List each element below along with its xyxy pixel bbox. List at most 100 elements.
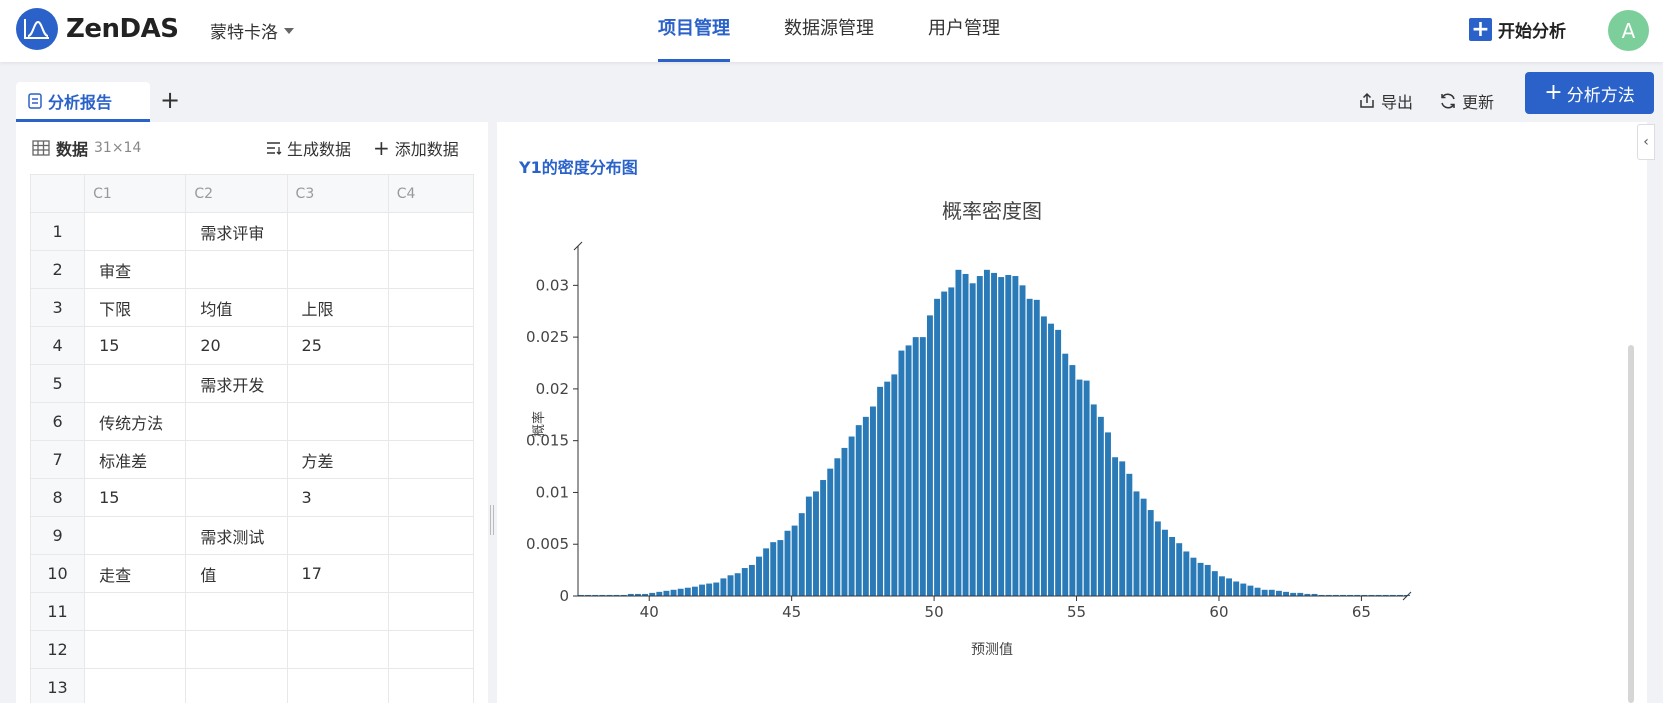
grid-cell[interactable] — [387, 592, 475, 631]
y-tick-label: 0.01 — [536, 483, 569, 501]
grid-cell[interactable]: 需求评审 — [185, 212, 288, 251]
grid-cell[interactable] — [185, 630, 288, 669]
nav-project-management[interactable]: 项目管理 — [658, 0, 730, 62]
grid-cell[interactable]: 传统方法 — [84, 402, 187, 441]
chart-bar — [1119, 461, 1126, 596]
chart-bar — [1233, 581, 1240, 596]
grid-cell[interactable]: 上限 — [286, 288, 389, 327]
row-number[interactable]: 8 — [29, 478, 86, 517]
add-data-button[interactable]: + 添加数据 — [373, 136, 459, 160]
grid-cell[interactable]: 20 — [185, 326, 288, 365]
row-number[interactable]: 10 — [29, 554, 86, 593]
grid-cell[interactable]: 17 — [286, 554, 389, 593]
nav-datasource-management[interactable]: 数据源管理 — [784, 0, 874, 62]
collapse-panel-button[interactable]: ‹ — [1637, 124, 1655, 160]
grid-cell[interactable] — [286, 668, 389, 703]
generate-data-button[interactable]: 生成数据 — [266, 136, 351, 160]
grid-cell[interactable]: 15 — [84, 478, 187, 517]
refresh-button[interactable]: 更新 — [1439, 89, 1494, 113]
grid-cell[interactable] — [84, 516, 187, 555]
row-number[interactable]: 9 — [29, 516, 86, 555]
grid-cell[interactable] — [84, 212, 187, 251]
start-analysis-button[interactable]: + 开始分析 — [1469, 17, 1566, 42]
row-number[interactable]: 12 — [29, 630, 86, 669]
grid-cell[interactable] — [286, 212, 389, 251]
grid-cell[interactable]: 需求开发 — [185, 364, 288, 403]
add-tab-icon[interactable]: + — [160, 88, 180, 112]
row-number[interactable]: 11 — [29, 592, 86, 631]
grid-cell[interactable] — [84, 630, 187, 669]
row-number[interactable]: 7 — [29, 440, 86, 479]
grid-cell[interactable]: 25 — [286, 326, 389, 365]
grid-cell[interactable] — [185, 592, 288, 631]
grid-cell[interactable] — [286, 516, 389, 555]
density-chart: 概率密度图 概率 预测值 40 45 50 55 60 6500.0050.010.015… — [526, 199, 1412, 658]
grid-cell[interactable] — [387, 212, 475, 251]
grid-cell[interactable] — [185, 668, 288, 703]
scrollbar[interactable] — [1628, 345, 1634, 703]
chart-bar — [1154, 521, 1161, 596]
grid-cell[interactable] — [185, 440, 288, 479]
chart-bar — [1126, 473, 1133, 596]
grid-cell[interactable] — [84, 364, 187, 403]
grid-cell[interactable] — [387, 516, 475, 555]
grid-cell[interactable] — [387, 250, 475, 289]
row-number[interactable]: 1 — [29, 212, 86, 251]
grid-cell[interactable] — [387, 668, 475, 703]
row-number[interactable]: 2 — [29, 250, 86, 289]
column-header[interactable]: C1 — [84, 174, 187, 213]
row-number[interactable]: 4 — [29, 326, 86, 365]
grid-cell[interactable] — [185, 402, 288, 441]
grid-cell[interactable] — [84, 668, 187, 703]
table-row: 1 需求评审 — [29, 212, 475, 251]
grid-cell[interactable] — [286, 250, 389, 289]
grid-cell[interactable] — [286, 364, 389, 403]
row-number[interactable]: 13 — [29, 668, 86, 703]
project-selector[interactable]: 蒙特卡洛 — [210, 18, 294, 43]
tab-label: 分析报告 — [48, 92, 113, 112]
grid-cell[interactable] — [387, 364, 475, 403]
add-data-label: 添加数据 — [394, 140, 459, 159]
grid-cell[interactable]: 走查 — [84, 554, 187, 593]
grid-cell[interactable] — [286, 630, 389, 669]
row-number[interactable]: 5 — [29, 364, 86, 403]
grid-cell[interactable] — [387, 630, 475, 669]
generate-data-label: 生成数据 — [287, 140, 352, 159]
grid-cell[interactable]: 3 — [286, 478, 389, 517]
panel-resize-handle[interactable] — [490, 505, 494, 535]
chart-bar — [1226, 578, 1233, 596]
grid-cell[interactable] — [387, 402, 475, 441]
grid-cell[interactable]: 15 — [84, 326, 187, 365]
grid-cell[interactable] — [387, 326, 475, 365]
grid-cell[interactable]: 下限 — [84, 288, 187, 327]
grid-cell[interactable] — [387, 554, 475, 593]
add-analysis-method-button[interactable]: + 分析方法 — [1525, 72, 1654, 114]
caret-down-icon — [284, 27, 294, 34]
column-header[interactable]: C3 — [286, 174, 389, 213]
chart-bar — [1169, 536, 1176, 596]
nav-user-management[interactable]: 用户管理 — [928, 0, 1000, 62]
grid-cell[interactable]: 方差 — [286, 440, 389, 479]
grid-cell[interactable] — [387, 478, 475, 517]
row-number[interactable]: 6 — [29, 402, 86, 441]
avatar[interactable]: A — [1608, 10, 1649, 51]
grid-cell[interactable]: 标准差 — [84, 440, 187, 479]
grid-cell[interactable]: 审查 — [84, 250, 187, 289]
export-button[interactable]: 导出 — [1358, 89, 1413, 113]
grid-cell[interactable]: 值 — [185, 554, 288, 593]
logo[interactable]: ZenDAS — [16, 8, 179, 50]
report-toolbar: 导出 更新 — [1358, 80, 1494, 122]
grid-cell[interactable]: 需求测试 — [185, 516, 288, 555]
column-header[interactable]: C2 — [185, 174, 288, 213]
grid-cell[interactable] — [286, 592, 389, 631]
column-header[interactable]: C4 — [387, 174, 475, 213]
grid-cell[interactable] — [387, 440, 475, 479]
grid-cell[interactable] — [387, 288, 475, 327]
grid-cell[interactable] — [185, 250, 288, 289]
grid-cell[interactable] — [286, 402, 389, 441]
grid-cell[interactable] — [84, 592, 187, 631]
grid-cell[interactable]: 均值 — [185, 288, 288, 327]
tab-analysis-report[interactable]: 分析报告 — [16, 82, 150, 122]
grid-cell[interactable] — [185, 478, 288, 517]
row-number[interactable]: 3 — [29, 288, 86, 327]
